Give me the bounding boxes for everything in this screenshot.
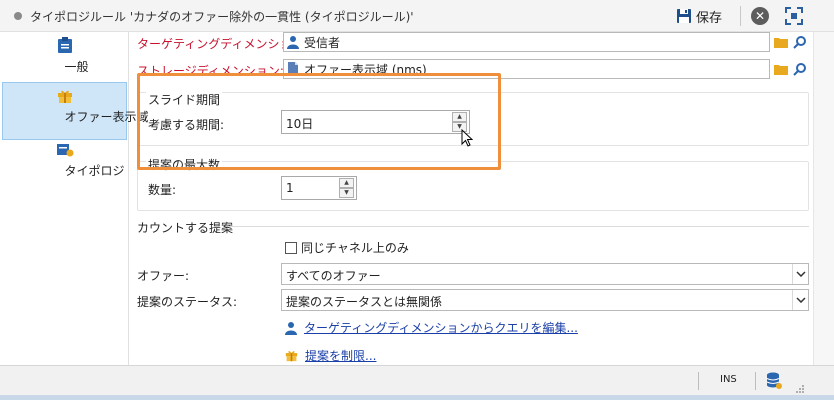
edit-query-link[interactable]: ターゲティングディメンションからクエリを編集... [285, 319, 578, 336]
database-icon [766, 372, 782, 389]
section-divider [228, 226, 809, 227]
close-icon[interactable]: ✕ [751, 7, 769, 25]
gift-icon [57, 90, 72, 103]
storage-dimension-field[interactable]: オファー表示域 (nms) [283, 59, 770, 79]
proposal-status-value: 提案のステータスとは無関係 [286, 295, 443, 309]
same-channel-label: 同じチャネル上のみ [301, 241, 409, 255]
period-increment-button[interactable]: ▲ [452, 112, 467, 122]
clipboard-icon [57, 37, 72, 53]
offer-label: オファー: [137, 269, 190, 283]
title-bar: タイポロジルール 'カナダのオファー除外の一貫性 (タイポロジルール)' 保存 … [0, 0, 834, 32]
edit-query-link-text: ターゲティングディメンションからクエリを編集... [304, 321, 578, 335]
proposal-status-label: 提案のステータス: [137, 295, 238, 309]
max-proposals-group-label: 提案の最大数 [146, 156, 223, 173]
restrict-proposals-link[interactable]: 提案を制限... [285, 347, 376, 364]
vertical-scrollbar[interactable] [813, 32, 834, 365]
chevron-down-icon[interactable] [792, 264, 808, 284]
sidebar-item-label: タイポロジ [64, 164, 125, 178]
period-label: 考慮する期間: [148, 118, 225, 132]
storage-dimension-value: オファー表示域 (nms) [304, 62, 427, 77]
folder-icon[interactable] [774, 36, 788, 48]
counted-proposals-section-label: カウントする提案 [137, 221, 234, 235]
offer-select[interactable]: すべてのオファー [281, 263, 809, 285]
window-title: タイポロジルール 'カナダのオファー除外の一貫性 (タイポロジルール)' [30, 10, 414, 24]
document-icon [288, 62, 298, 76]
search-icon[interactable] [793, 35, 807, 49]
quantity-decrement-button[interactable]: ▼ [339, 188, 354, 198]
quantity-label: 数量: [148, 183, 177, 197]
period-stepper[interactable]: 10日 ▲ ▼ [281, 110, 470, 134]
status-divider [698, 372, 699, 390]
quantity-increment-button[interactable]: ▲ [339, 178, 354, 188]
proposal-status-select[interactable]: 提案のステータスとは無関係 [281, 289, 809, 311]
restrict-proposals-link-text: 提案を制限... [305, 349, 377, 363]
storage-dimension-label: ストレージディメンション: [137, 64, 284, 78]
resize-grip-icon[interactable] [795, 384, 805, 394]
sidebar-item-label: オファー表示域 [64, 110, 149, 124]
sidebar-item-typology[interactable]: タイポロジ [0, 142, 129, 186]
sidebar: 一般 オファー表示域 タイポロジ [0, 32, 149, 365]
toolbar-divider [740, 6, 741, 26]
targeting-dimension-value: 受信者 [304, 35, 341, 50]
targeting-dimension-label: ターゲティングディメンション: [137, 37, 308, 51]
save-label: 保存 [696, 10, 723, 26]
sidebar-item-offer-space[interactable]: オファー表示域 [2, 82, 149, 140]
folder-icon[interactable] [774, 63, 788, 75]
period-value: 10日 [286, 117, 314, 131]
mouse-cursor-icon [461, 129, 474, 147]
save-button[interactable]: 保存 [676, 5, 722, 27]
person-icon [287, 36, 299, 49]
sidebar-item-label: 一般 [64, 60, 89, 74]
max-proposals-group [137, 161, 809, 211]
window-bullet-icon [14, 12, 22, 20]
person-icon [285, 321, 297, 335]
offer-select-value: すべてのオファー [286, 269, 381, 283]
quantity-value: 1 [286, 181, 294, 195]
checkbox-box [285, 241, 297, 254]
insert-mode-indicator: INS [720, 374, 737, 385]
chevron-down-icon[interactable] [792, 290, 808, 310]
status-divider [755, 372, 756, 390]
quantity-stepper[interactable]: 1 ▲ ▼ [281, 176, 357, 200]
slide-period-group-label: スライド期間 [146, 91, 223, 108]
gift-icon [285, 351, 298, 362]
targeting-dimension-field[interactable]: 受信者 [283, 32, 770, 52]
same-channel-checkbox[interactable]: 同じチャネル上のみ [285, 239, 409, 256]
typology-icon [56, 144, 73, 157]
status-bar: INS [0, 365, 834, 395]
window-bottom-edge [0, 395, 834, 400]
maximize-icon[interactable] [784, 6, 804, 26]
floppy-disk-icon [677, 9, 691, 23]
search-icon[interactable] [793, 62, 807, 76]
sidebar-item-general[interactable]: 一般 [0, 36, 129, 80]
